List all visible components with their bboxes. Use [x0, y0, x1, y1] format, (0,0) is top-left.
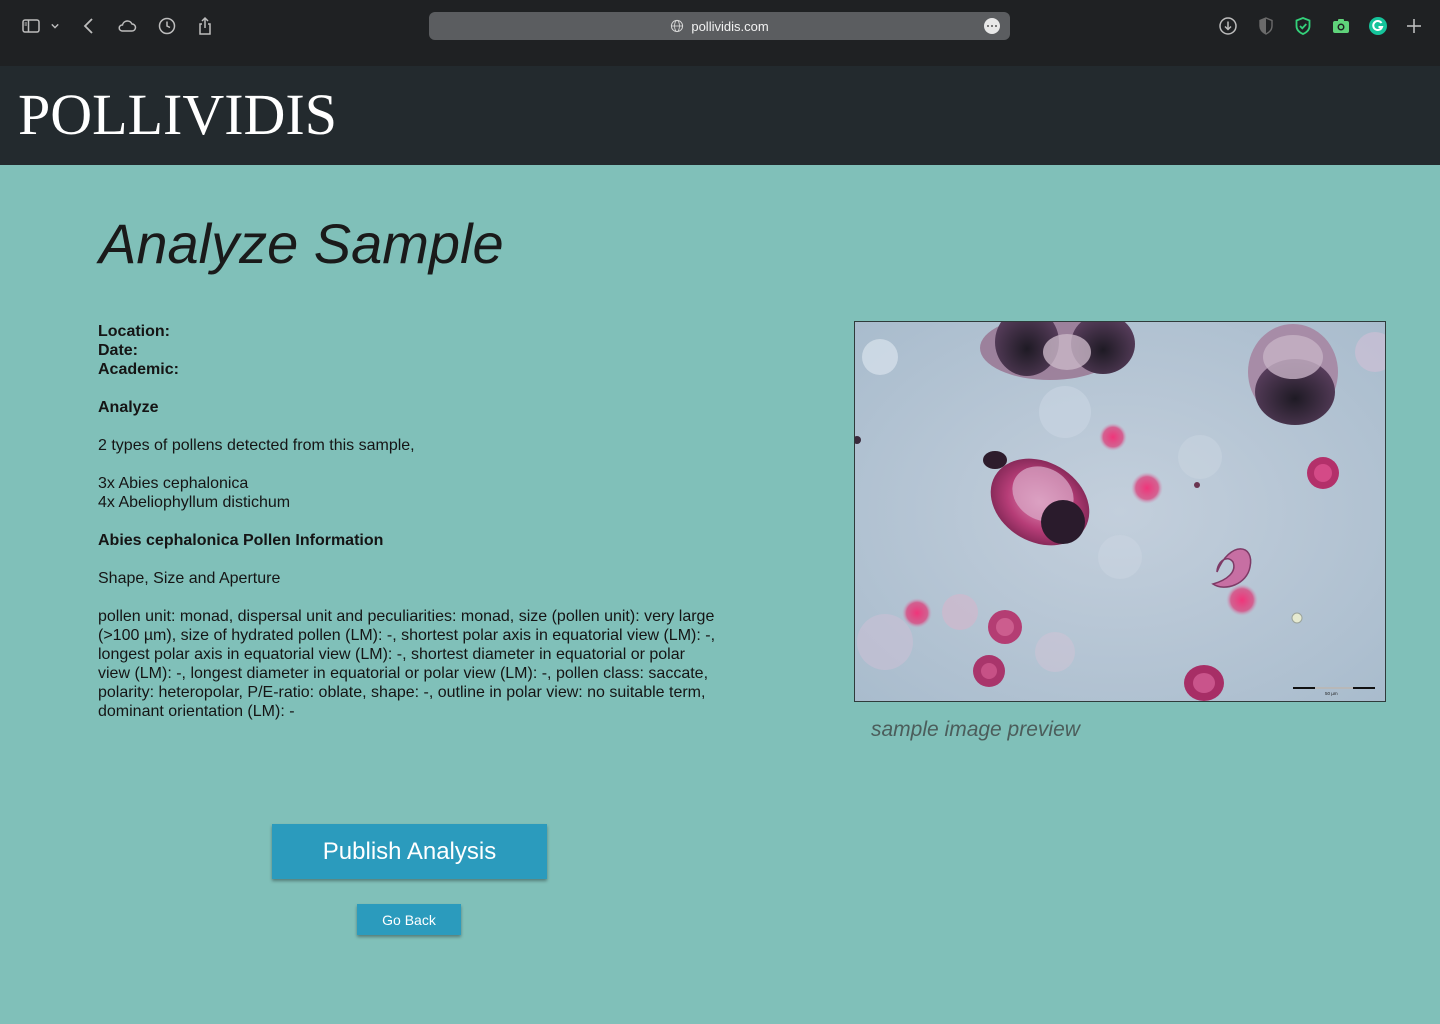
camera-icon[interactable] — [1329, 14, 1353, 38]
microscope-image: 50 µm — [855, 322, 1385, 701]
browser-toolbar: pollividis.com — [0, 0, 1440, 66]
image-caption: sample image preview — [871, 718, 1080, 741]
sample-image-preview: 50 µm — [854, 321, 1386, 702]
grammarly-icon[interactable] — [1366, 14, 1390, 38]
shield-check-icon[interactable] — [1291, 14, 1315, 38]
chevron-down-icon[interactable] — [47, 14, 63, 38]
site-logo[interactable]: POLLIVIDIS — [18, 84, 337, 146]
download-icon[interactable] — [1216, 14, 1240, 38]
url-text: pollividis.com — [691, 18, 769, 34]
site-header: POLLIVIDIS — [0, 66, 1440, 165]
history-icon[interactable] — [155, 14, 179, 38]
publish-analysis-button[interactable]: Publish Analysis — [272, 824, 547, 879]
academic-label: Academic: — [98, 361, 179, 378]
go-back-button[interactable]: Go Back — [357, 904, 461, 935]
scale-bar-label: 50 µm — [1325, 691, 1338, 696]
page-title: Analyze Sample — [99, 212, 504, 275]
analyze-heading: Analyze — [98, 399, 159, 416]
back-icon[interactable] — [77, 14, 101, 38]
address-bar[interactable]: pollividis.com — [429, 12, 1010, 40]
shape-size-subheading: Shape, Size and Aperture — [98, 570, 281, 587]
sidebar-icon[interactable] — [19, 14, 43, 38]
location-label: Location: — [98, 323, 170, 340]
detection-item: 3x Abies cephalonica — [98, 475, 249, 492]
detection-summary: 2 types of pollens detected from this sa… — [98, 437, 415, 454]
shield-half-icon[interactable] — [1254, 14, 1278, 38]
pollen-info-heading: Abies cephalonica Pollen Information — [98, 532, 384, 549]
date-label: Date: — [98, 342, 139, 359]
detection-item: 4x Abeliophyllum distichum — [98, 494, 291, 511]
analysis-details: Location: Date: Academic: Analyze 2 type… — [98, 322, 718, 721]
pollen-description: pollen unit: monad, dispersal unit and p… — [98, 608, 716, 720]
cloud-icon[interactable] — [115, 14, 139, 38]
share-icon[interactable] — [193, 14, 217, 38]
globe-icon — [671, 19, 684, 33]
new-tab-icon[interactable] — [1402, 14, 1426, 38]
more-options-icon[interactable] — [984, 18, 1000, 34]
